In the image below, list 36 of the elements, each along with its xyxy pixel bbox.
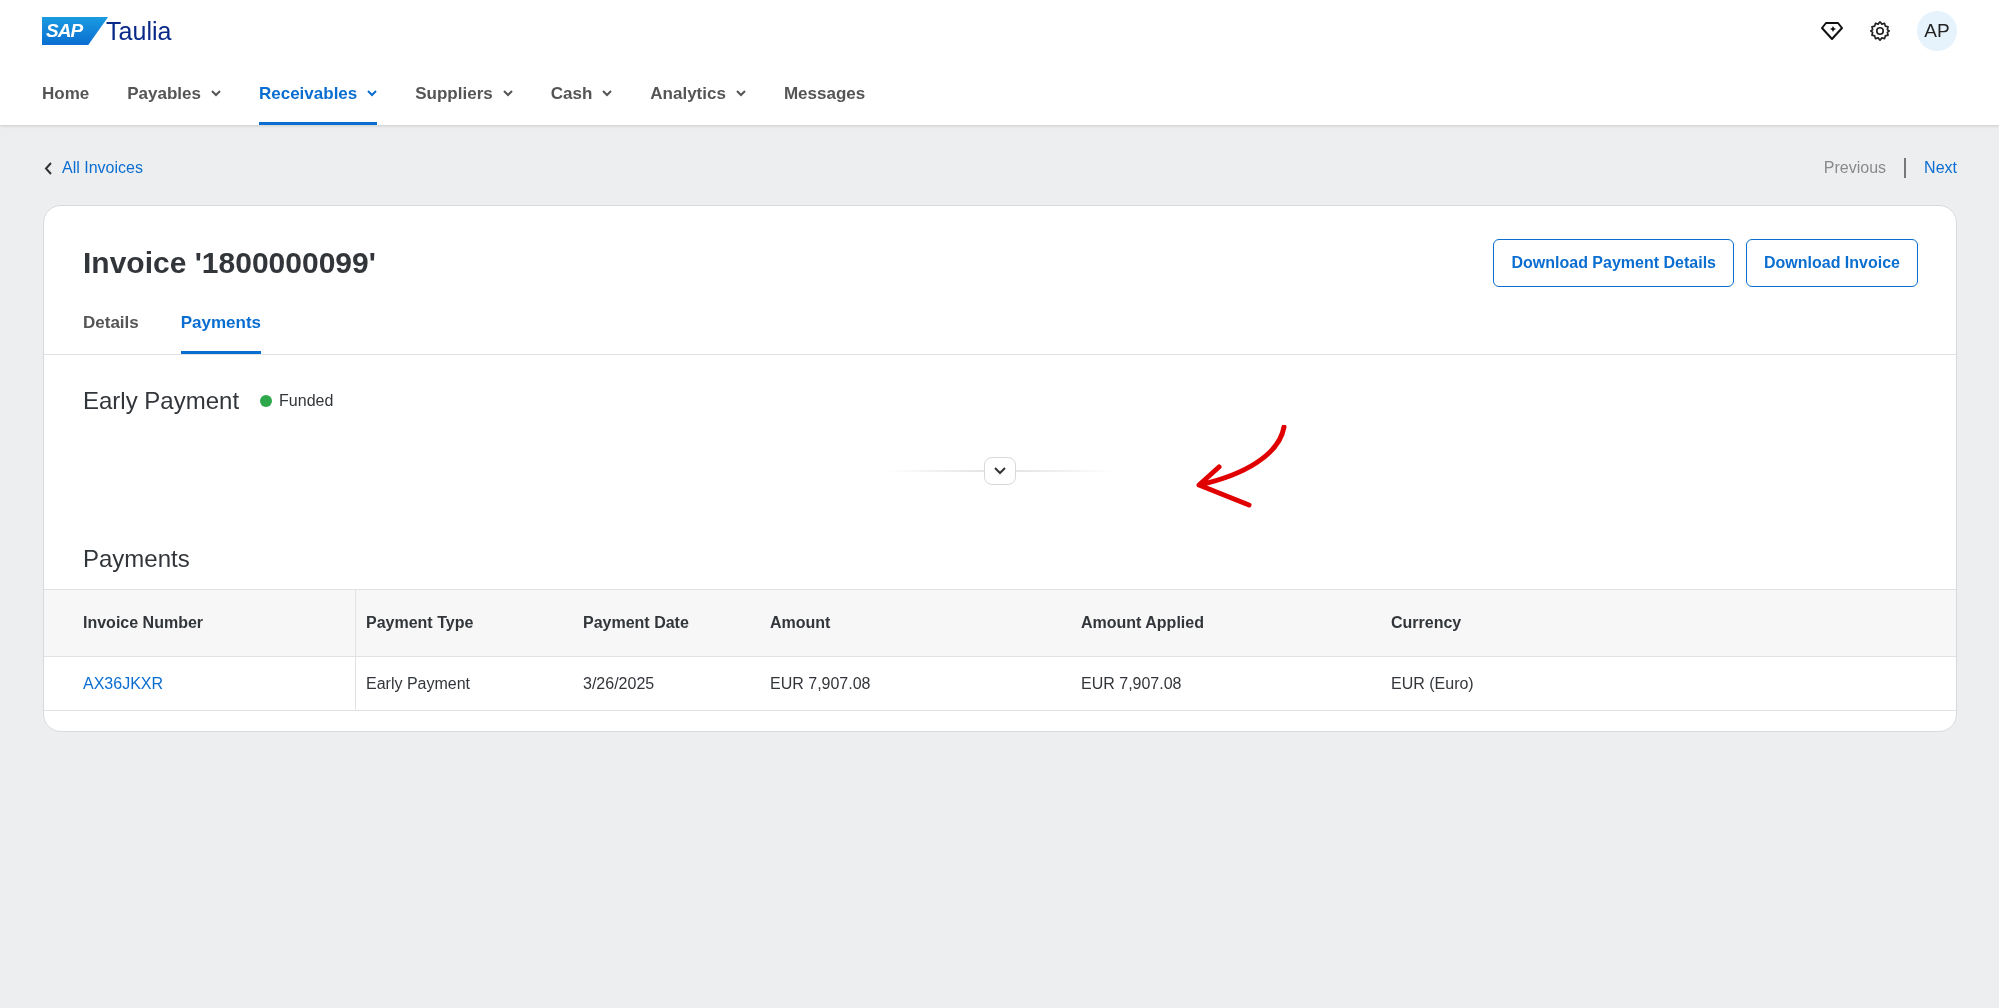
tab[interactable]: Details (83, 303, 139, 354)
status-text: Funded (279, 392, 334, 410)
nav-tab[interactable]: Suppliers (415, 62, 513, 125)
chevron-left-icon (44, 161, 52, 175)
column-header: Invoice Number (44, 589, 356, 657)
table-cell: EUR 7,907.08 (770, 674, 871, 692)
table-cell: EUR (Euro) (1391, 674, 1474, 692)
logo-text: Taulia (106, 16, 172, 46)
diamond-icon[interactable] (1821, 21, 1843, 41)
section-title: Early Payment (83, 387, 240, 415)
back-link[interactable]: All Invoices (44, 159, 143, 177)
column-header: Payment Type (355, 589, 583, 657)
nav-tab[interactable]: Payables (127, 62, 221, 125)
table-cell: EUR 7,907.08 (1081, 674, 1182, 692)
nav-tab[interactable]: Home (42, 62, 90, 125)
invoice-link[interactable]: AX36JKXR (83, 674, 164, 692)
settings-icon[interactable] (1869, 20, 1891, 42)
section-title: Payments (83, 545, 191, 573)
nav-tab[interactable]: Receivables (258, 62, 378, 125)
download-button[interactable]: Download Invoice (1746, 239, 1918, 287)
chevron-down-icon (994, 467, 1006, 475)
next-link[interactable]: Next (1924, 159, 1957, 177)
column-header: Amount Applied (1081, 589, 1391, 657)
table-cell: Early Payment (366, 674, 471, 692)
column-header: Currency (1391, 589, 1956, 657)
download-button[interactable]: Download Payment Details (1493, 239, 1734, 287)
expand-button[interactable] (984, 457, 1016, 485)
nav-tab[interactable]: Cash (550, 62, 613, 125)
nav-tab[interactable]: Messages (783, 62, 866, 125)
tab[interactable]: Payments (180, 303, 262, 354)
column-header: Payment Date (583, 589, 770, 657)
table-cell: 3/26/2025 (583, 674, 655, 692)
nav-tab[interactable]: Analytics (650, 62, 746, 125)
user-avatar[interactable]: AP (1917, 11, 1957, 51)
invoice-title: Invoice '1800000099' (83, 246, 376, 280)
column-header: Amount (770, 589, 1081, 657)
